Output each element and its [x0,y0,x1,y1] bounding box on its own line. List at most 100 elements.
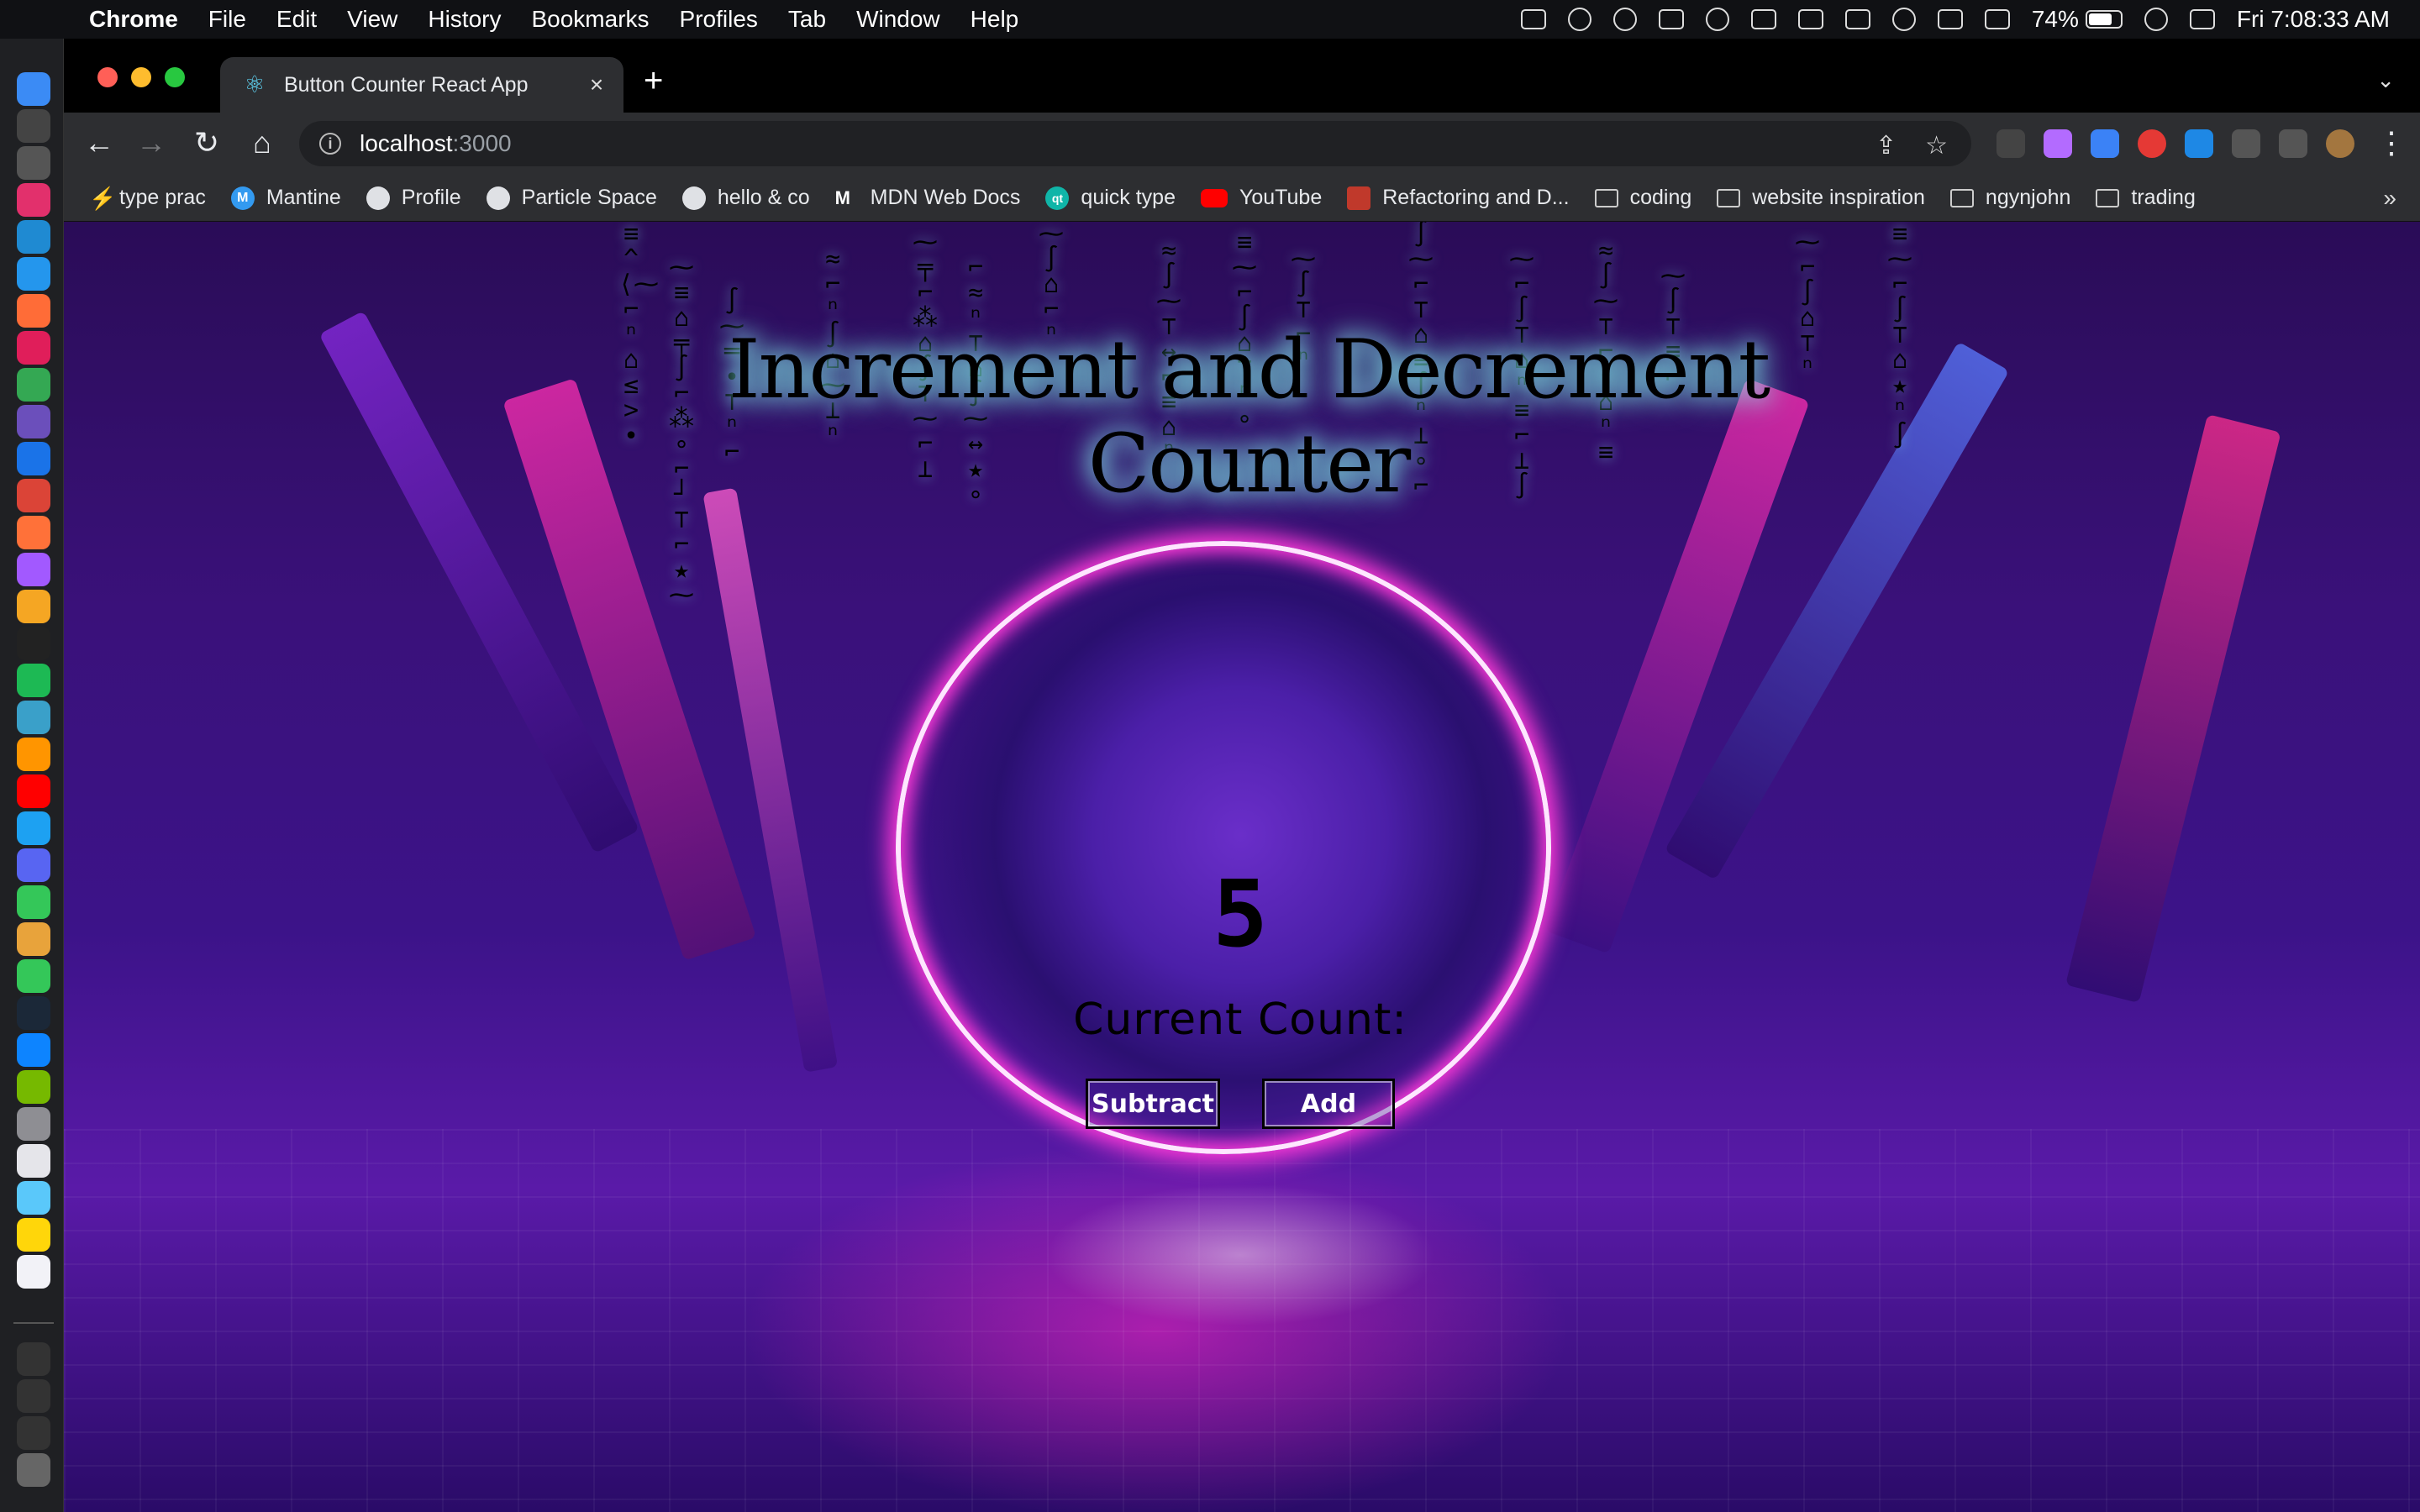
menu-clock[interactable]: Fri 7:08:33 AM [2237,6,2390,33]
slack-icon[interactable] [17,331,50,365]
tab-active[interactable]: ⚛ Button Counter React App × [220,57,623,113]
discord-icon[interactable] [17,848,50,882]
close-tab-icon[interactable]: × [580,71,613,98]
youtube-icon[interactable] [17,774,50,808]
menu-tab[interactable]: Tab [788,6,826,33]
close-window-icon[interactable] [97,67,118,87]
finder-icon[interactable] [17,72,50,106]
focus-icon[interactable] [1612,8,1637,31]
spotify-icon[interactable] [17,664,50,697]
battery-indicator[interactable]: 74% [2032,6,2123,33]
home-icon[interactable]: ⌂ [244,126,281,160]
display-icon[interactable] [1520,9,1546,29]
bookmark-refactoring[interactable]: Refactoring and D... [1347,186,1570,210]
extension-icon[interactable] [2185,129,2213,158]
bookmark-mantine[interactable]: M Mantine [230,186,341,210]
docker-icon[interactable] [17,257,50,291]
vscode-icon[interactable] [17,220,50,254]
bookmark-mdn[interactable]: M MDN Web Docs [835,186,1021,210]
extensions-puzzle-icon[interactable] [2232,129,2260,158]
control-center-icon[interactable] [2189,9,2215,29]
help-icon[interactable] [17,146,50,180]
menu-bookmarks[interactable]: Bookmarks [531,6,649,33]
postman-icon[interactable] [17,294,50,328]
menu-help[interactable]: Help [971,6,1019,33]
safari-icon[interactable] [17,442,50,475]
bookmark-folder-ngynjohn[interactable]: ngynjohn [1949,186,2070,210]
messages-icon[interactable] [17,959,50,993]
adblock-icon[interactable] [2138,129,2166,158]
folder-icon[interactable] [17,1379,50,1413]
bookmark-profile[interactable]: Profile [366,186,461,210]
launchpad-icon[interactable] [17,1144,50,1178]
profile-avatar[interactable] [2326,129,2354,158]
bookmark-youtube[interactable]: YouTube [1200,186,1322,210]
meet-icon[interactable] [17,368,50,402]
wifi-icon[interactable] [2144,8,2168,31]
bookmark-particle-space[interactable]: Particle Space [486,186,657,210]
forward-icon[interactable]: → [133,126,170,160]
figma-icon[interactable] [17,553,50,586]
tv-icon[interactable] [17,627,50,660]
minimize-window-icon[interactable] [131,67,151,87]
site-info-icon[interactable]: i [319,133,341,155]
kebab-menu-icon[interactable]: ⋮ [2373,126,2410,160]
back-icon[interactable]: ← [81,126,118,160]
bookmark-hello-co[interactable]: hello & co [681,186,810,210]
maximize-window-icon[interactable] [165,67,185,87]
reload-icon[interactable]: ↻ [188,126,225,160]
app-icon[interactable] [17,701,50,734]
extension-icon[interactable] [2044,129,2072,158]
share-icon[interactable]: ⇪ [1876,131,1897,160]
extension-icon[interactable] [2091,129,2119,158]
preview-icon[interactable] [17,1181,50,1215]
downloads-icon[interactable] [17,1342,50,1376]
volume-icon[interactable] [1984,9,2010,29]
dark-mode-extension-icon[interactable] [1996,129,2025,158]
bookmark-folder-trading[interactable]: trading [2096,186,2196,210]
plex-icon[interactable] [17,590,50,623]
app-store-icon[interactable] [17,1033,50,1067]
menu-profiles[interactable]: Profiles [680,6,758,33]
nvidia-icon[interactable] [17,1070,50,1104]
bookmark-star-icon[interactable]: ☆ [1925,131,1948,160]
bookmarks-overflow-button[interactable]: » [2383,185,2396,212]
firefox-icon[interactable] [17,516,50,549]
chrome-icon[interactable] [17,479,50,512]
app-icon[interactable] [17,183,50,217]
bluetooth-icon[interactable] [1937,9,1963,29]
app-icon[interactable] [17,405,50,438]
facetime-icon[interactable] [17,885,50,919]
twitter-icon[interactable] [17,811,50,845]
side-panel-icon[interactable] [2279,129,2307,158]
trash-icon[interactable] [17,1453,50,1487]
tab-search-icon[interactable]: ⌄ [2376,67,2395,93]
menu-history[interactable]: History [428,6,501,33]
folder-icon[interactable] [17,1416,50,1450]
add-button[interactable]: Add [1262,1079,1395,1129]
airplay-icon[interactable] [1844,9,1870,29]
bookmark-quick-type[interactable]: qt quick type [1045,186,1176,210]
terminal-icon[interactable] [17,109,50,143]
grammarly-icon[interactable] [1705,8,1729,31]
textedit-icon[interactable] [17,1255,50,1289]
bookmark-folder-coding[interactable]: coding [1594,186,1691,210]
subtract-button[interactable]: Subtract [1086,1079,1220,1129]
window-icon[interactable] [1797,9,1823,29]
settings-icon[interactable] [17,1107,50,1141]
steam-icon[interactable] [17,996,50,1030]
menu-file[interactable]: File [208,6,246,33]
notes-icon[interactable] [17,1218,50,1252]
books-icon[interactable] [17,738,50,771]
grid-icon[interactable] [1658,9,1684,29]
dropbox-icon[interactable] [1750,9,1776,29]
menu-window[interactable]: Window [856,6,940,33]
address-bar[interactable]: i localhost:3000 ⇪ ☆ [299,121,1971,166]
menu-view[interactable]: View [347,6,397,33]
hotspot-icon[interactable] [1891,8,1916,31]
app-icon[interactable] [17,922,50,956]
recording-icon[interactable] [1567,8,1591,31]
menu-app-name[interactable]: Chrome [89,6,178,33]
bookmark-folder-website-inspiration[interactable]: website inspiration [1717,186,1925,210]
bookmark-type-prac[interactable]: ⚡ type prac [89,186,206,210]
